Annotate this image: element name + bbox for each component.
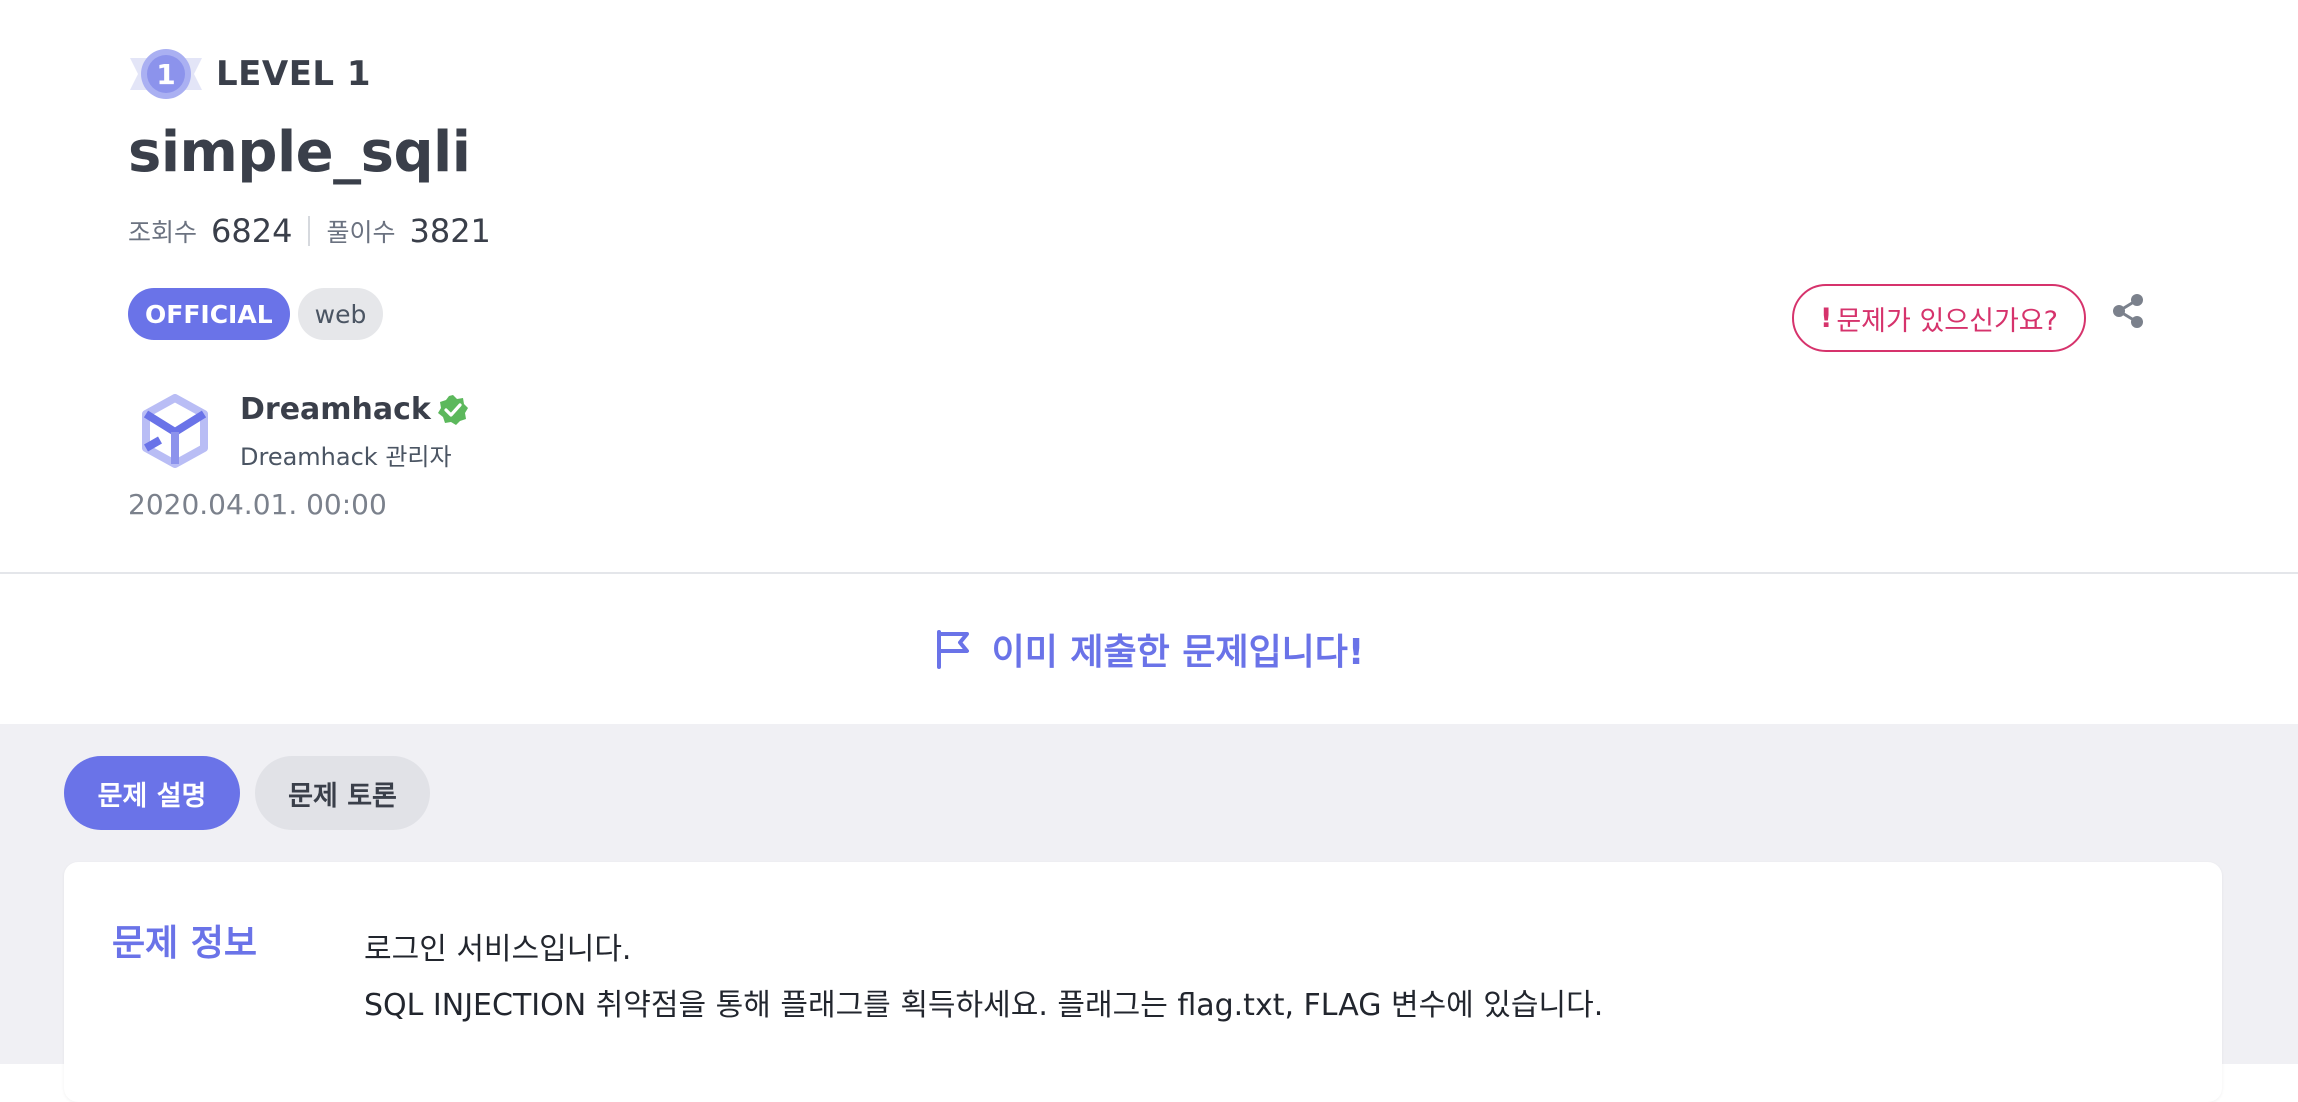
submission-status: 이미 제출한 문제입니다!: [0, 574, 2298, 724]
problem-info-heading: 문제 정보: [112, 923, 258, 964]
solves-label: 풀이수: [326, 218, 396, 247]
description-line: 로그인 서비스입니다.: [364, 932, 632, 967]
tag-official[interactable]: OFFICIAL: [128, 288, 290, 340]
flag-icon: [934, 629, 972, 669]
views-label: 조회수: [128, 218, 198, 247]
views-count: 6824: [211, 212, 293, 250]
tab-description[interactable]: 문제 설명: [64, 756, 240, 830]
challenge-title: simple_sqli: [128, 120, 471, 185]
author-name-row: Dreamhack: [240, 392, 469, 427]
author-text: Dreamhack Dreamhack 관리자: [240, 392, 469, 472]
share-icon[interactable]: [2110, 292, 2146, 330]
verified-icon: [437, 394, 469, 426]
level-badge-icon: 1: [128, 44, 204, 104]
author-name[interactable]: Dreamhack: [240, 392, 431, 427]
report-problem-label: 문제가 있으신가요?: [1836, 305, 2058, 337]
challenge-header: 1 LEVEL 1 simple_sqli 조회수 6824 풀이수 3821 …: [0, 0, 2298, 574]
stats-divider: [308, 216, 311, 246]
problem-info-card: 문제 정보 로그인 서비스입니다. SQL INJECTION 취약점을 통해 …: [64, 862, 2222, 1102]
tag-list: OFFICIAL web: [128, 288, 391, 340]
exclamation-icon: !: [1820, 302, 1833, 334]
report-problem-button[interactable]: ! 문제가 있으신가요?: [1792, 284, 2086, 352]
level-label: LEVEL 1: [216, 54, 372, 94]
content-area: 문제 설명 문제 토론 문제 정보 로그인 서비스입니다. SQL INJECT…: [0, 724, 2298, 1102]
submission-status-row: 이미 제출한 문제입니다!: [934, 623, 1365, 675]
author-info: Dreamhack Dreamhack 관리자: [140, 392, 469, 472]
solves-count: 3821: [409, 212, 491, 250]
tab-discussion[interactable]: 문제 토론: [255, 756, 430, 830]
problem-description: 로그인 서비스입니다. SQL INJECTION 취약점을 통해 플래그를 획…: [364, 922, 1603, 1034]
level-indicator: 1 LEVEL 1: [128, 44, 371, 104]
challenge-stats: 조회수 6824 풀이수 3821: [128, 212, 491, 250]
dreamhack-logo[interactable]: [140, 394, 210, 470]
author-role: Dreamhack 관리자: [240, 443, 452, 471]
description-line: SQL INJECTION 취약점을 통해 플래그를 획득하세요. 플래그는 f…: [364, 988, 1604, 1023]
svg-text:1: 1: [156, 58, 175, 91]
tag-web[interactable]: web: [297, 288, 384, 340]
created-date: 2020.04.01. 00:00: [128, 488, 387, 521]
submission-status-text: 이미 제출한 문제입니다!: [991, 632, 1365, 673]
